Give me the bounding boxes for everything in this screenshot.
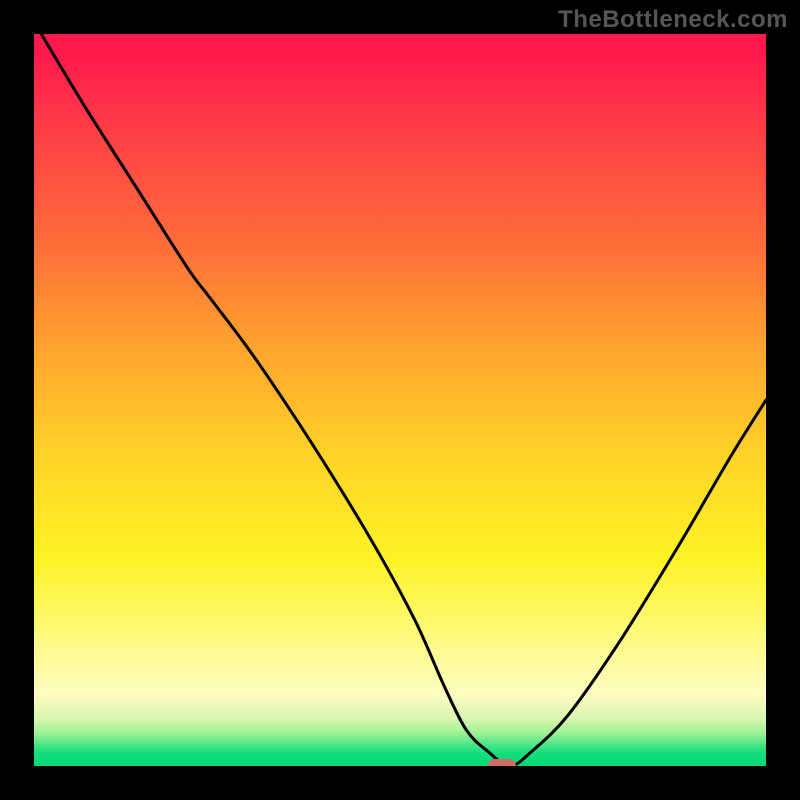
bottleneck-curve-path [41, 34, 766, 766]
chart-frame: TheBottleneck.com [0, 0, 800, 800]
plot-area [34, 34, 766, 766]
watermark-text: TheBottleneck.com [558, 6, 788, 34]
optimal-marker [488, 759, 516, 766]
bottleneck-curve [34, 34, 766, 766]
